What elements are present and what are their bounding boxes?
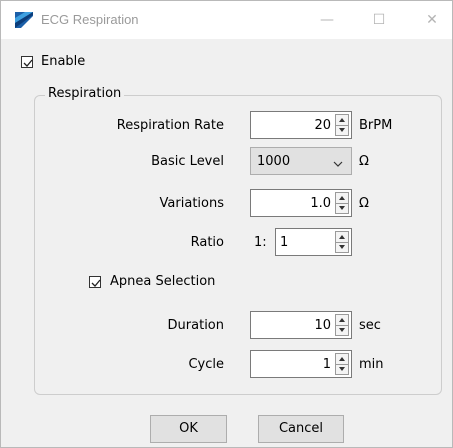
title-bar: ECG Respiration — ☐ ✕ [1, 1, 452, 39]
respiration-rate-value: 20 [314, 118, 331, 133]
arrow-down-icon [339, 245, 345, 249]
close-button[interactable]: ✕ [419, 7, 445, 33]
spin-down-button[interactable] [336, 325, 348, 335]
variations-value: 1.0 [310, 196, 331, 211]
chevron-down-icon [333, 157, 343, 172]
window-title: ECG Respiration [41, 12, 139, 27]
checkmark-icon [91, 279, 101, 287]
enable-label: Enable [41, 54, 86, 69]
respiration-rate-spinner[interactable] [335, 114, 349, 136]
cycle-unit: min [359, 357, 384, 372]
cycle-spinner[interactable] [335, 353, 349, 375]
duration-input[interactable]: 10 [250, 311, 352, 339]
basic-level-label: Basic Level [151, 154, 224, 169]
respiration-group-title: Respiration [45, 86, 125, 101]
arrow-down-icon [339, 367, 345, 371]
arrow-up-icon [339, 235, 345, 239]
respiration-rate-input[interactable]: 20 [250, 111, 352, 139]
duration-unit: sec [359, 318, 381, 333]
variations-input[interactable]: 1.0 [250, 189, 352, 217]
ratio-spinner[interactable] [335, 231, 349, 253]
arrow-up-icon [339, 196, 345, 200]
respiration-rate-label: Respiration Rate [116, 118, 224, 133]
ratio-prefix: 1: [254, 235, 267, 250]
spin-down-button[interactable] [336, 242, 348, 252]
duration-value: 10 [314, 318, 331, 333]
checkmark-icon [23, 59, 33, 67]
apnea-selection-checkbox[interactable] [89, 276, 101, 288]
duration-label: Duration [167, 318, 224, 333]
cycle-value: 1 [322, 357, 331, 372]
variations-spinner[interactable] [335, 192, 349, 214]
variations-label: Variations [159, 196, 224, 211]
basic-level-select[interactable]: 1000 [250, 147, 352, 175]
variations-unit: Ω [359, 196, 369, 211]
maximize-button[interactable]: ☐ [366, 7, 392, 33]
spin-down-button[interactable] [336, 125, 348, 135]
arrow-down-icon [339, 206, 345, 210]
arrow-down-icon [339, 328, 345, 332]
dialog-window: ECG Respiration — ☐ ✕ Enable Respiration… [0, 0, 453, 448]
basic-level-value: 1000 [257, 154, 291, 169]
ratio-value: 1 [280, 235, 289, 250]
ratio-input[interactable]: 1 [275, 228, 352, 256]
arrow-up-icon [339, 118, 345, 122]
ok-button[interactable]: OK [150, 415, 227, 443]
enable-checkbox[interactable] [21, 56, 33, 68]
ratio-label: Ratio [190, 235, 224, 250]
arrow-up-icon [339, 318, 345, 322]
duration-spinner[interactable] [335, 314, 349, 336]
app-logo-icon [15, 12, 33, 28]
respiration-rate-unit: BrPM [359, 118, 393, 133]
arrow-down-icon [339, 128, 345, 132]
arrow-up-icon [339, 357, 345, 361]
apnea-selection-label: Apnea Selection [110, 274, 216, 289]
cancel-button[interactable]: Cancel [258, 415, 344, 443]
cycle-label: Cycle [188, 357, 224, 372]
basic-level-unit: Ω [359, 154, 369, 169]
spin-down-button[interactable] [336, 203, 348, 213]
minimize-button[interactable]: — [314, 7, 340, 33]
spin-down-button[interactable] [336, 364, 348, 374]
cycle-input[interactable]: 1 [250, 350, 352, 378]
